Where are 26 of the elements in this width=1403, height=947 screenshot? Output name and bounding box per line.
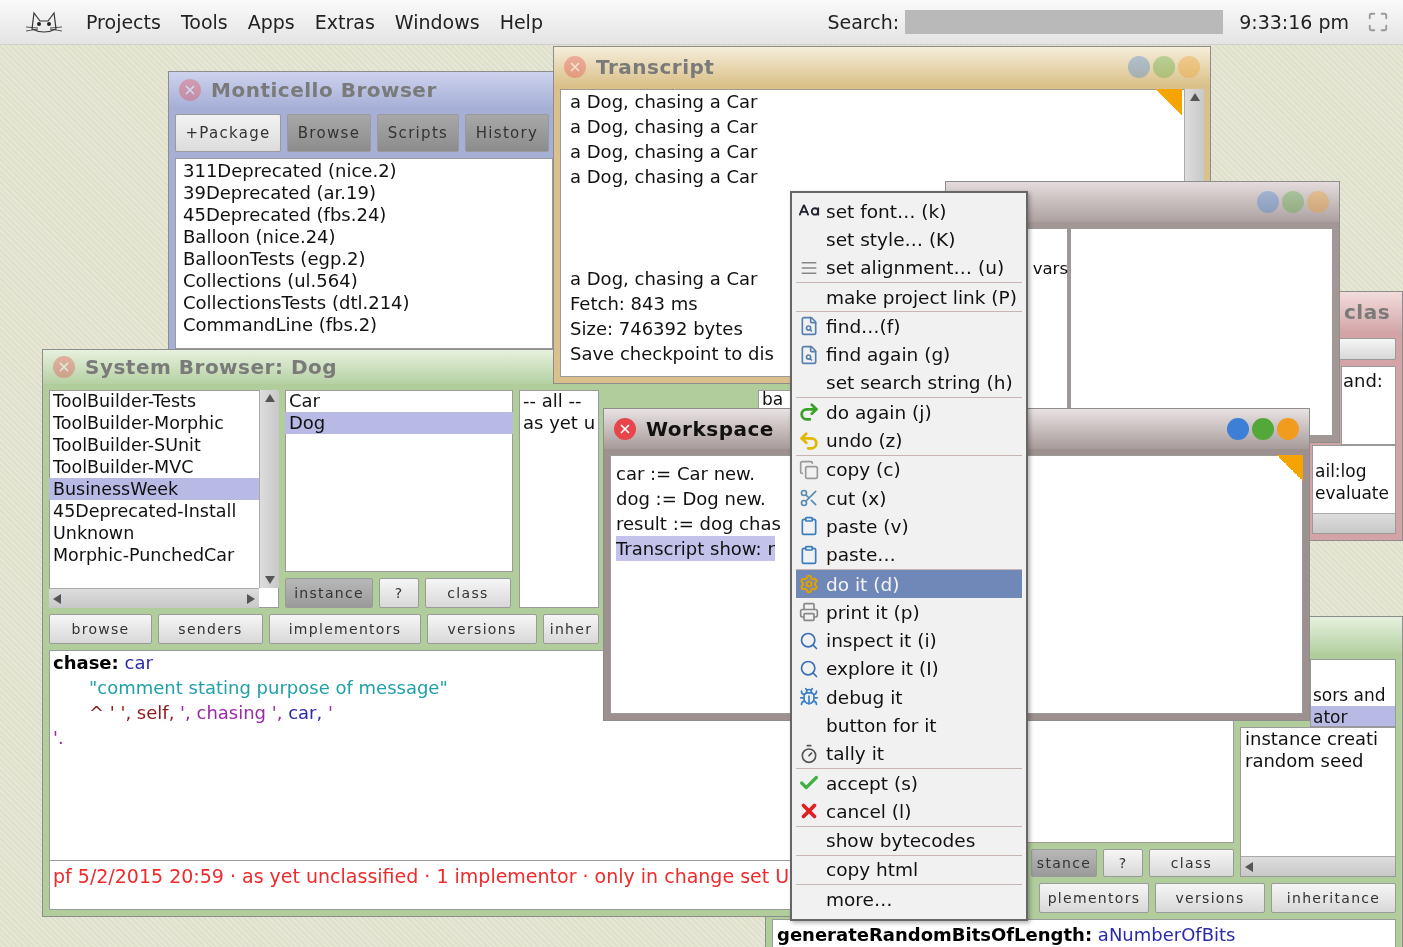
transcript-line: a Dog, chasing a Car [570, 90, 758, 114]
code-line: '. [52, 726, 64, 750]
window-title: Workspace [646, 417, 774, 441]
transcript-line: a Dog, chasing a Car [570, 140, 758, 164]
transcript-line: a Dog, chasing a Car [570, 115, 758, 139]
window-title: clas [1344, 300, 1391, 324]
code-line: car := Car new. [616, 462, 755, 486]
status-line: pf 5/2/2015 20:59 · as yet unclassified · 1 implementor · only in change set U [53, 865, 790, 887]
code-line: result := dog chas [616, 512, 781, 536]
search-label: Search: [827, 11, 900, 33]
clock: 9:33:16 pm [1239, 11, 1349, 33]
window-title: Monticello Browser [211, 78, 437, 102]
transcript-line: Fetch: 843 ms [570, 292, 698, 316]
text-line: and: [1343, 369, 1383, 393]
code-line: "comment stating purpose of message" [88, 676, 448, 700]
code-line: chase: car [52, 651, 153, 675]
window-title: System Browser: Dog [85, 355, 338, 379]
window-title: Transcript [596, 55, 715, 79]
code-line: dog := Dog new. [616, 487, 766, 511]
transcript-line: a Dog, chasing a Car [570, 267, 758, 291]
transcript-line: Size: 746392 bytes [570, 317, 743, 341]
text-line: evaluate [1315, 482, 1389, 504]
code-line: ^ ' ', self, ', chasing ', car, ' [88, 701, 333, 725]
transcript-line: a Dog, chasing a Car [570, 165, 758, 189]
transcript-line: Save checkpoint to dis [570, 342, 774, 366]
text-line: ail:log [1315, 460, 1367, 482]
